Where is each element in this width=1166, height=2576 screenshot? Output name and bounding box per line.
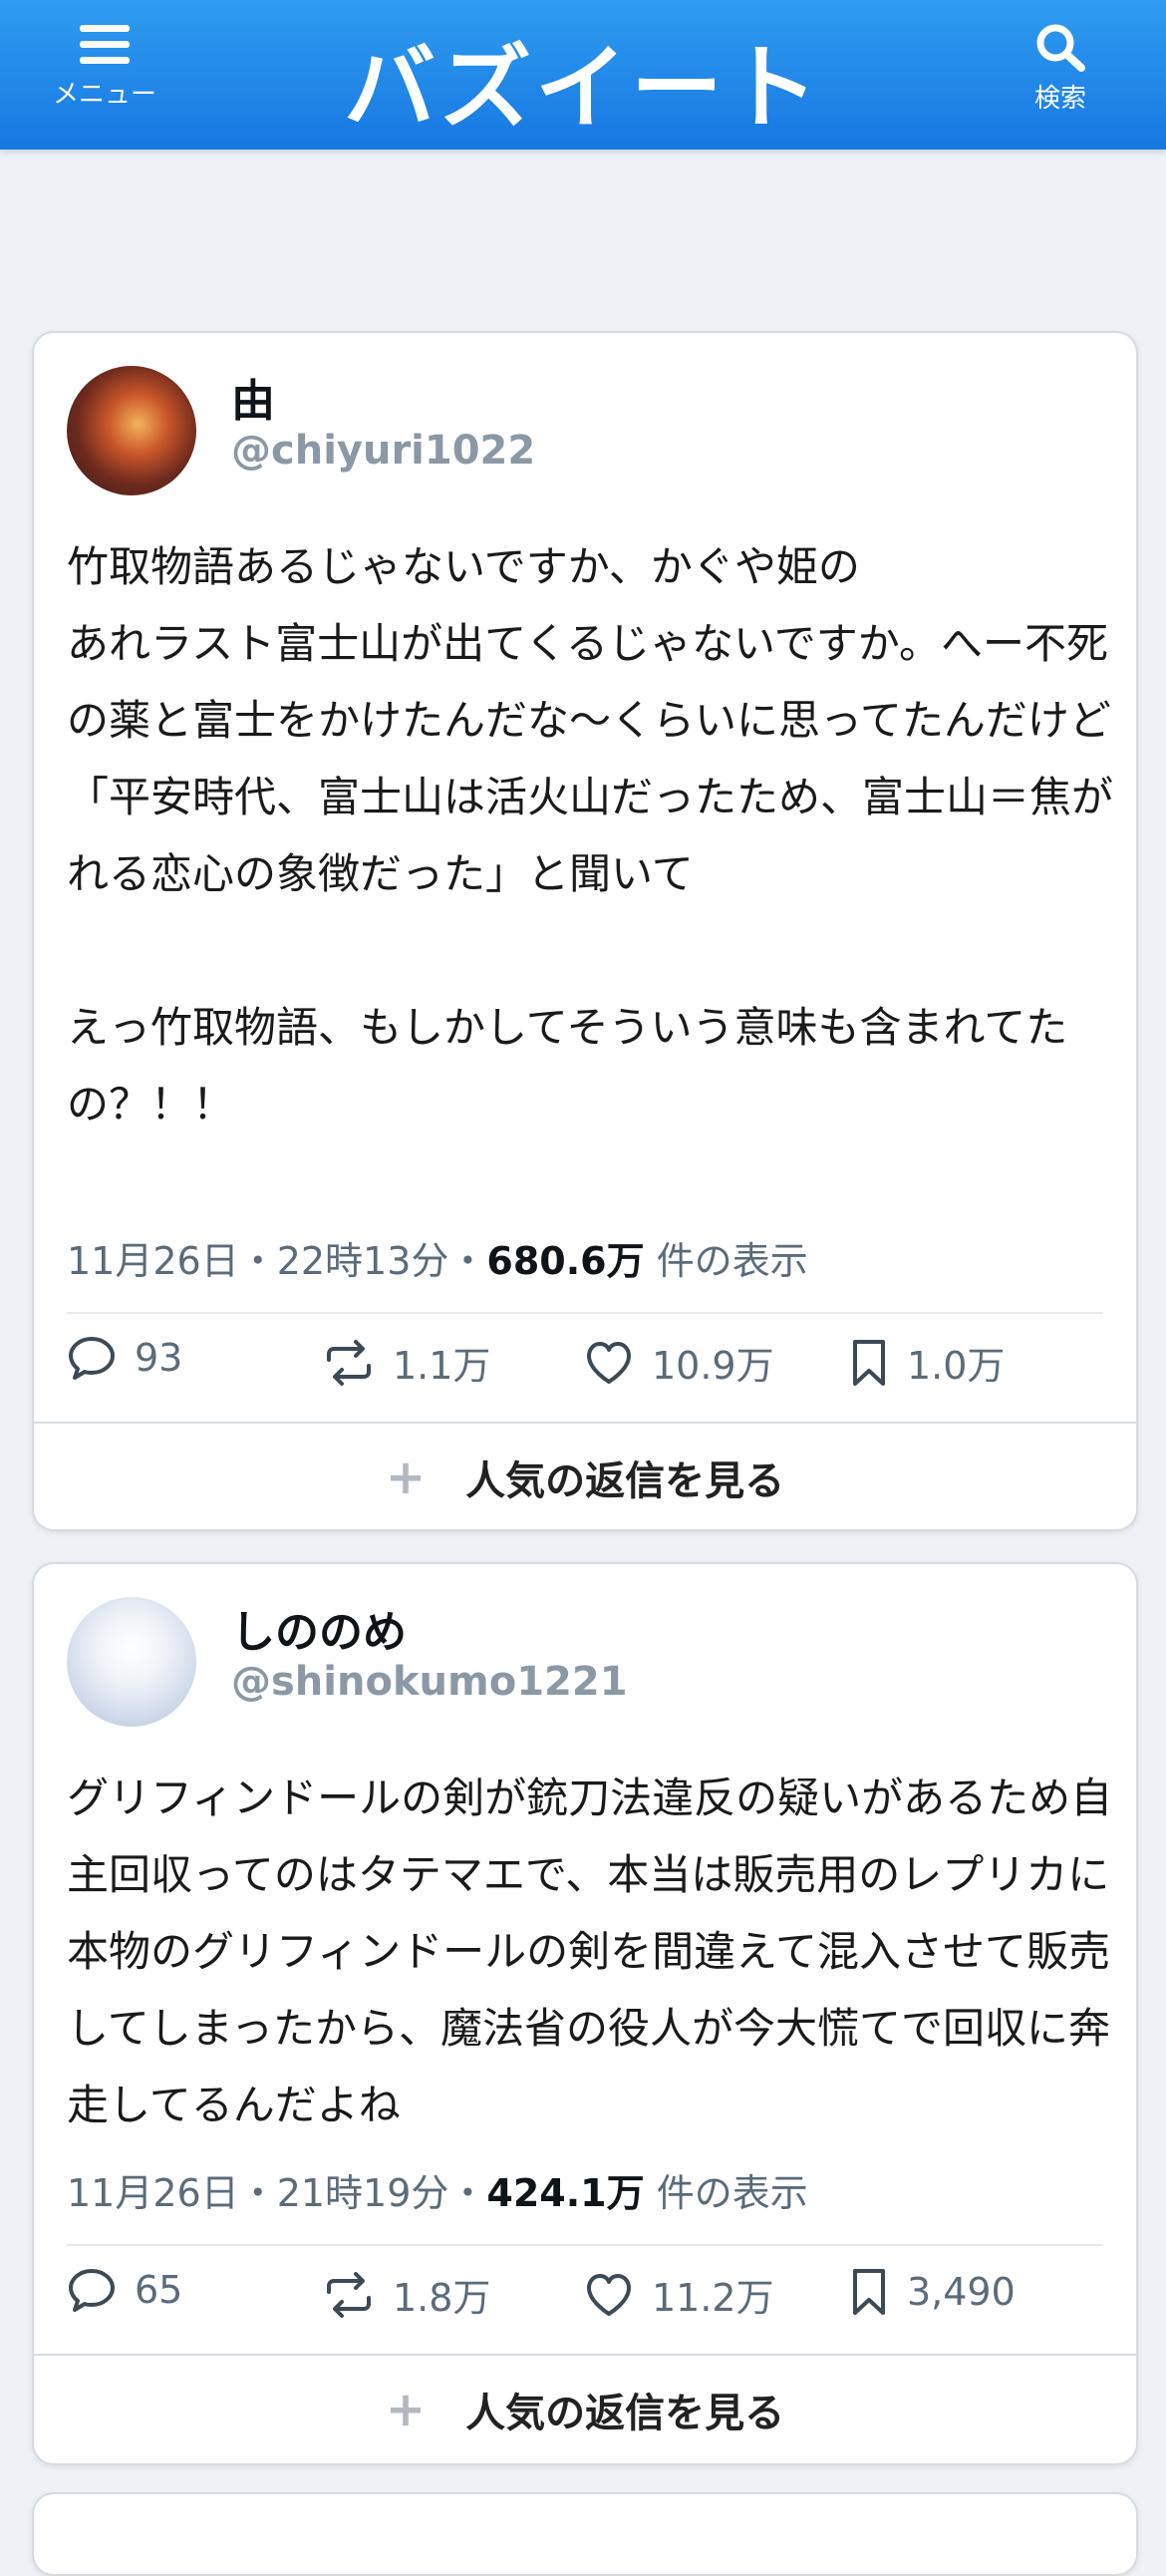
heart-icon bbox=[587, 2273, 631, 2316]
like-count: 10.9万 bbox=[652, 1344, 774, 1388]
reply-icon bbox=[69, 2269, 115, 2312]
app-logo[interactable]: バズイート bbox=[334, 14, 832, 147]
avatar[interactable] bbox=[67, 1597, 196, 1727]
like-stat[interactable]: 10.9万 bbox=[584, 1335, 774, 1390]
hamburger-icon bbox=[80, 25, 130, 64]
reply-stat[interactable]: 93 bbox=[67, 1335, 182, 1381]
heart-icon bbox=[587, 1341, 631, 1384]
retweet-stat[interactable]: 1.8万 bbox=[323, 2267, 490, 2322]
bookmark-icon bbox=[853, 1339, 885, 1386]
view-count: 680.6万 bbox=[486, 1239, 645, 1283]
popular-replies-button[interactable]: + 人気の返信を見る bbox=[34, 1422, 1136, 1529]
menu-label: メニュー bbox=[52, 80, 156, 110]
reply-count: 93 bbox=[135, 1336, 183, 1380]
retweet-icon bbox=[327, 2271, 371, 2318]
reply-icon bbox=[69, 1337, 115, 1380]
post-date: 11月26日・22時13分・ bbox=[67, 1239, 487, 1283]
reply-stat[interactable]: 65 bbox=[67, 2267, 182, 2313]
divider bbox=[67, 1312, 1103, 1314]
avatar[interactable] bbox=[67, 366, 196, 495]
search-label: 検索 bbox=[1033, 84, 1086, 114]
view-suffix: 件の表示 bbox=[644, 2171, 808, 2215]
post-card: 由 @chiyuri1022 竹取物語あるじゃないですか、かぐや姫の あれラスト… bbox=[32, 331, 1138, 1531]
popular-replies-button[interactable]: + 人気の返信を見る bbox=[34, 2354, 1136, 2463]
author-name[interactable]: しののめ bbox=[231, 1596, 407, 1660]
post-meta: 11月26日・21時19分・424.1万 件の表示 bbox=[67, 2162, 808, 2217]
retweet-stat[interactable]: 1.1万 bbox=[323, 1335, 490, 1390]
retweet-count: 1.8万 bbox=[393, 2276, 491, 2320]
post-meta: 11月26日・22時13分・680.6万 件の表示 bbox=[67, 1230, 808, 1285]
popular-replies-label: 人気の返信を見る bbox=[465, 1458, 785, 1504]
reply-count: 65 bbox=[135, 2268, 183, 2312]
bookmark-stat[interactable]: 1.0万 bbox=[849, 1335, 1005, 1390]
retweet-icon bbox=[327, 1339, 371, 1386]
app-header: メニュー バズイート 検索 bbox=[0, 0, 1166, 150]
menu-button[interactable]: メニュー bbox=[30, 22, 179, 111]
plus-icon: + bbox=[385, 2382, 427, 2437]
view-count: 424.1万 bbox=[486, 2171, 645, 2215]
bookmark-icon bbox=[853, 2269, 885, 2315]
bookmark-count: 3,490 bbox=[907, 2270, 1016, 2314]
author-name[interactable]: 由 bbox=[231, 365, 275, 429]
post-text: グリフィンドールの剣が銃刀法違反の疑いがあるため自主回収ってのはタテマエで、本当… bbox=[67, 1773, 1113, 2129]
search-button[interactable]: 検索 bbox=[986, 22, 1135, 115]
post-text: 竹取物語あるじゃないですか、かぐや姫の あれラスト富士山が出てくるじゃないですか… bbox=[67, 542, 1114, 1128]
like-count: 11.2万 bbox=[652, 2276, 774, 2320]
bookmark-stat[interactable]: 3,490 bbox=[849, 2267, 1016, 2317]
divider bbox=[67, 2244, 1103, 2246]
author-handle[interactable]: @shinokumo1221 bbox=[231, 1659, 628, 1705]
author-handle[interactable]: @chiyuri1022 bbox=[231, 428, 535, 474]
like-stat[interactable]: 11.2万 bbox=[584, 2267, 774, 2322]
plus-icon: + bbox=[385, 1449, 427, 1505]
view-suffix: 件の表示 bbox=[644, 1239, 808, 1283]
retweet-count: 1.1万 bbox=[393, 1344, 491, 1388]
popular-replies-label: 人気の返信を見る bbox=[465, 2391, 785, 2436]
bookmark-count: 1.0万 bbox=[907, 1344, 1006, 1388]
post-card: しののめ @shinokumo1221 グリフィンドールの剣が銃刀法違反の疑いが… bbox=[32, 1562, 1138, 2465]
post-date: 11月26日・21時19分・ bbox=[67, 2171, 487, 2215]
search-icon bbox=[1036, 24, 1085, 72]
post-card-partial bbox=[32, 2492, 1138, 2576]
